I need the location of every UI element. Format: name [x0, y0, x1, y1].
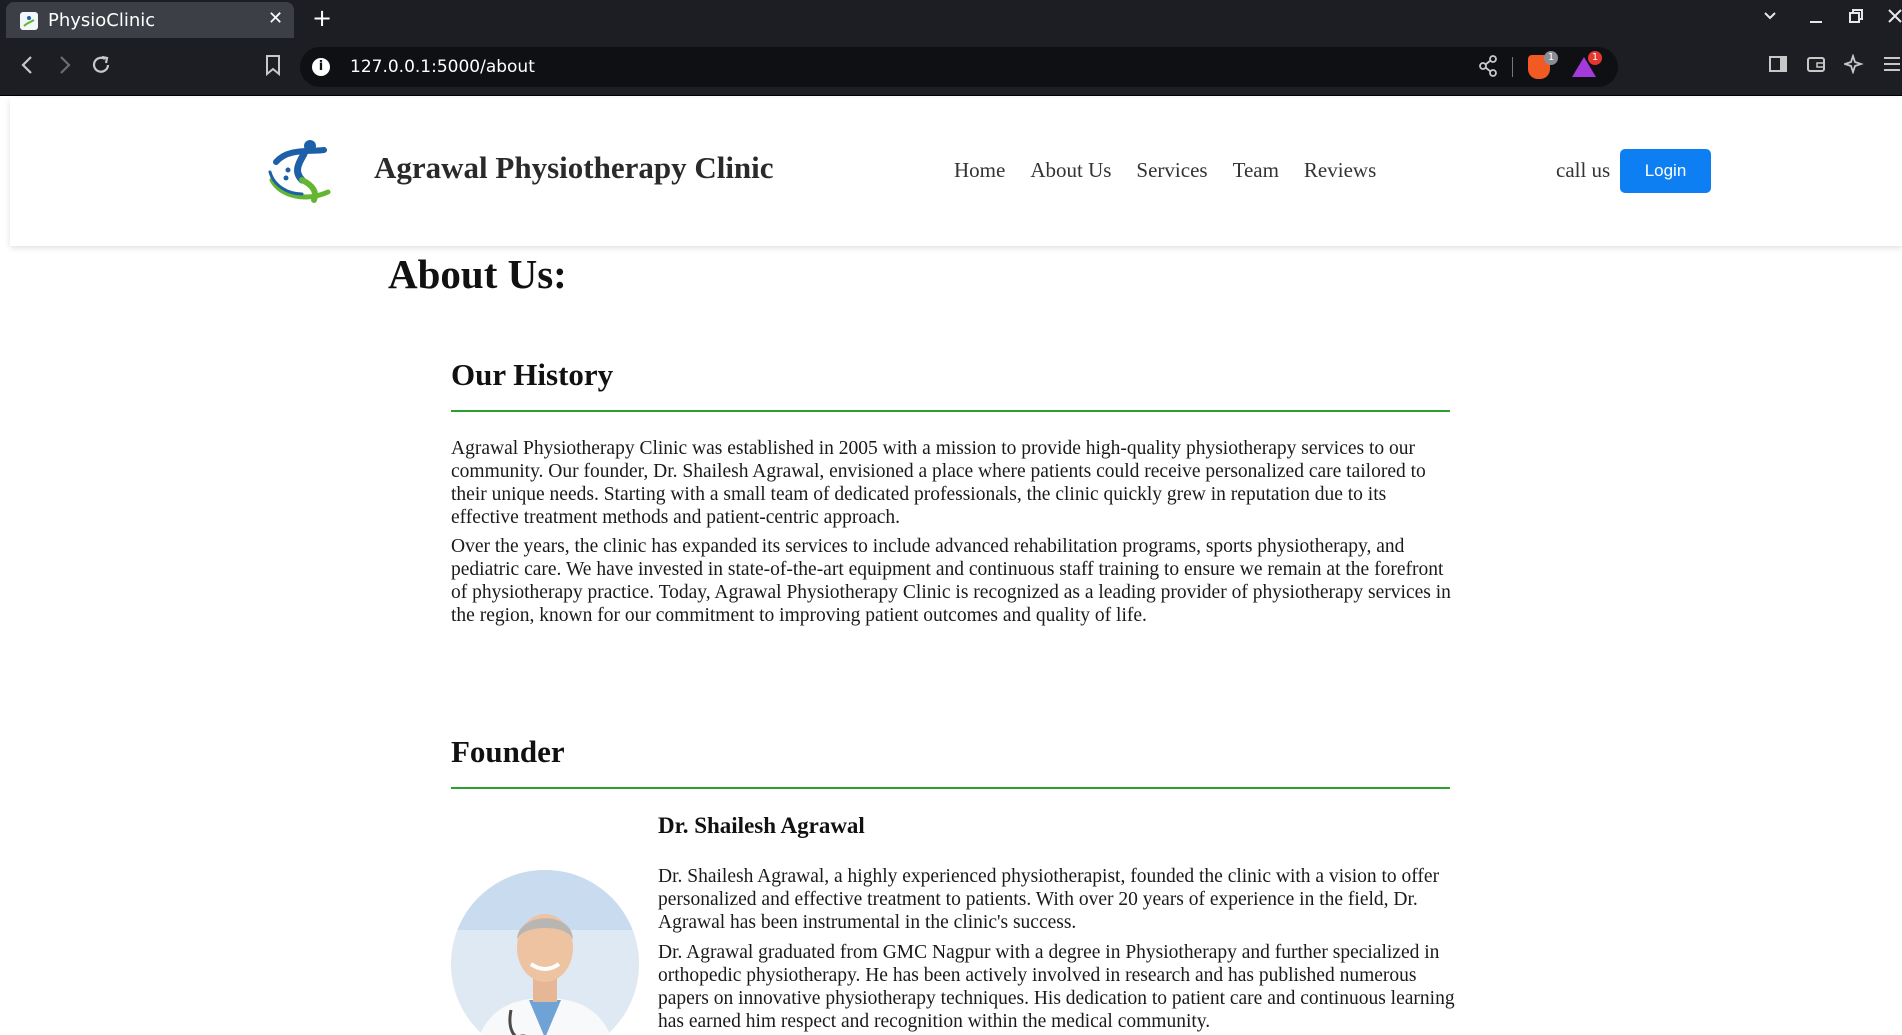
- new-tab-icon[interactable]: +: [312, 4, 332, 32]
- browser-tab-bar: PhysioClinic ✕ +: [0, 0, 1902, 38]
- founder-photo: [451, 870, 639, 1035]
- url-text[interactable]: 127.0.0.1:5000/about: [350, 57, 535, 77]
- reload-icon[interactable]: [90, 54, 112, 81]
- physioclinic-favicon-icon: [20, 12, 38, 30]
- address-bar[interactable]: i 127.0.0.1:5000/about 1 1: [300, 47, 1618, 87]
- nav-services[interactable]: Services: [1136, 158, 1207, 183]
- tab-title: PhysioClinic: [48, 10, 156, 31]
- site-info-icon[interactable]: i: [312, 58, 330, 76]
- browser-toolbar: i 127.0.0.1:5000/about 1 1: [0, 38, 1902, 96]
- founder-heading: Founder: [451, 734, 565, 769]
- minimize-icon[interactable]: [1808, 8, 1824, 29]
- founder-bio-paragraph: Dr. Shailesh Agrawal, a highly experienc…: [658, 866, 1440, 933]
- history-paragraph: Agrawal Physiotherapy Clinic was establi…: [451, 438, 1426, 528]
- close-icon[interactable]: [1888, 8, 1902, 29]
- url-separator: [1512, 57, 1513, 77]
- restore-icon[interactable]: [1848, 8, 1864, 29]
- founder-bio-paragraph: Dr. Agrawal graduated from GMC Nagpur wi…: [658, 942, 1455, 1032]
- tab-close-icon[interactable]: ✕: [268, 8, 283, 29]
- leo-ai-icon[interactable]: [1842, 53, 1864, 79]
- site-header: Agrawal Physiotherapy Clinic Home About …: [10, 98, 1902, 246]
- founder-name: Dr. Shailesh Agrawal: [658, 813, 865, 838]
- sidebar-icon[interactable]: [1768, 54, 1788, 79]
- login-button[interactable]: Login: [1620, 149, 1711, 193]
- nav-team[interactable]: Team: [1233, 158, 1279, 183]
- founder-divider: [451, 787, 1450, 789]
- chevron-down-icon[interactable]: [1762, 8, 1778, 29]
- page-title: About Us:: [388, 251, 567, 297]
- nav-reviews[interactable]: Reviews: [1304, 158, 1376, 183]
- share-icon[interactable]: [1478, 55, 1498, 82]
- browser-tab[interactable]: PhysioClinic ✕: [6, 2, 294, 38]
- wallet-icon[interactable]: [1806, 54, 1826, 79]
- main-nav: Home About Us Services Team Reviews: [954, 158, 1376, 183]
- clinic-logo-icon[interactable]: [266, 136, 338, 204]
- back-arrow-icon[interactable]: [18, 54, 38, 81]
- history-heading: Our History: [451, 357, 614, 392]
- history-divider: [451, 410, 1450, 412]
- call-us-link[interactable]: call us: [1556, 158, 1610, 183]
- menu-icon[interactable]: [1882, 54, 1902, 79]
- nav-home[interactable]: Home: [954, 158, 1005, 183]
- nav-about-us[interactable]: About Us: [1030, 158, 1111, 183]
- brand-name[interactable]: Agrawal Physiotherapy Clinic: [374, 150, 774, 186]
- brave-rewards-badge: 1: [1588, 51, 1602, 65]
- history-paragraph: Over the years, the clinic has expanded …: [451, 536, 1451, 626]
- forward-arrow-icon[interactable]: [54, 54, 74, 81]
- brave-shield-badge: 1: [1544, 51, 1558, 65]
- bookmark-icon[interactable]: [264, 54, 282, 81]
